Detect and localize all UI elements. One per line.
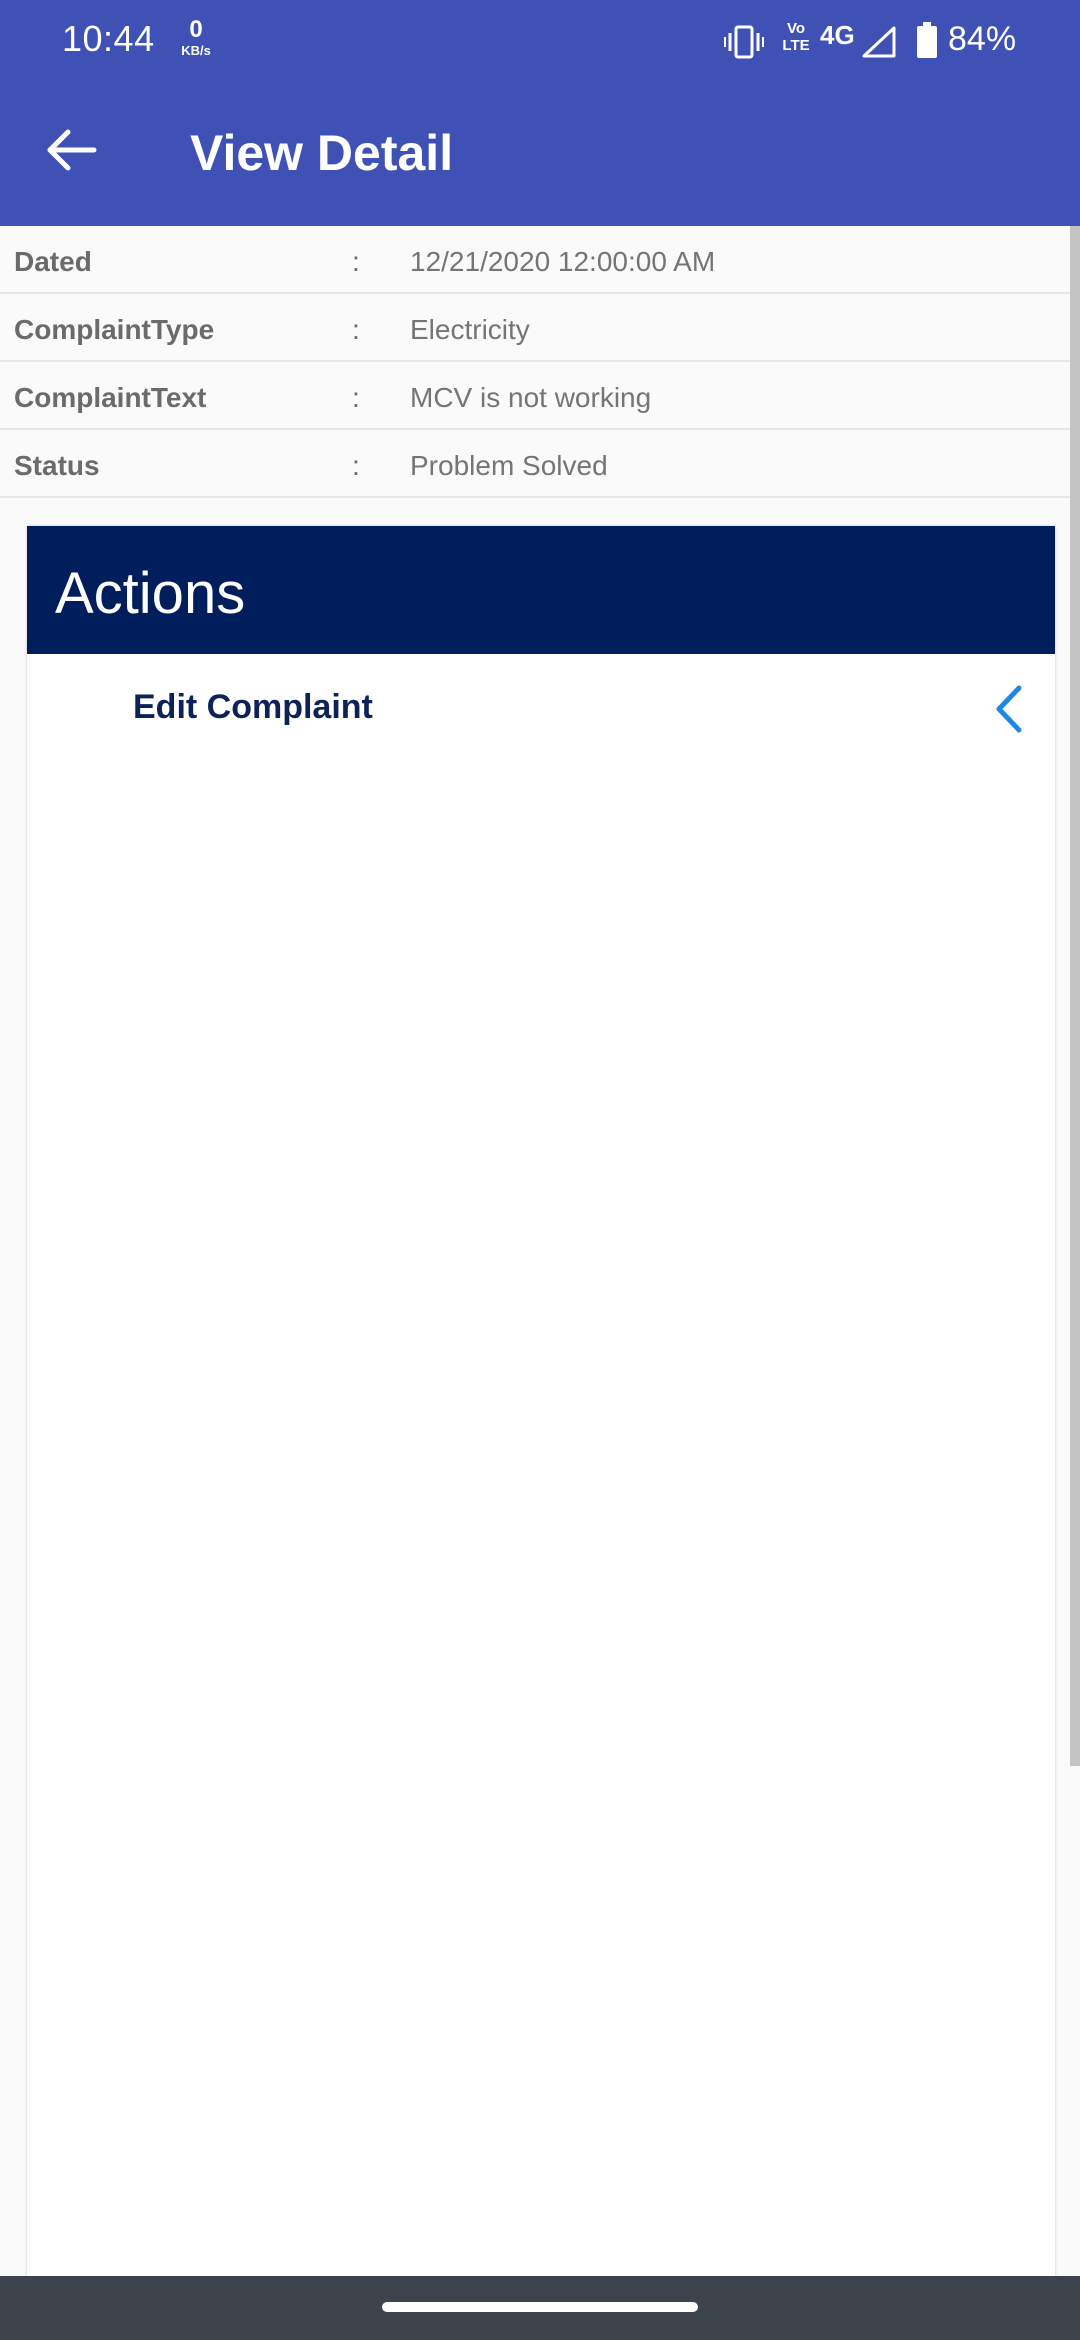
detail-list: Dated : 12/21/2020 12:00:00 AM Complaint… xyxy=(0,226,1070,498)
detail-value: Electricity xyxy=(410,314,530,345)
actions-card: Actions Edit Complaint xyxy=(27,526,1055,2276)
network-type: 4G xyxy=(820,20,855,50)
network-speed: 0 KB/s xyxy=(176,16,216,58)
detail-value: MCV is not working xyxy=(410,382,652,413)
volte-top-text: Vo xyxy=(786,20,806,37)
detail-separator: : xyxy=(352,450,360,481)
detail-value: Problem Solved xyxy=(410,450,608,481)
battery-percentage: 84% xyxy=(948,20,1017,58)
detail-row-complaint-type: ComplaintType : Electricity xyxy=(0,294,1070,362)
detail-label: ComplaintText xyxy=(14,382,207,413)
detail-label: ComplaintType xyxy=(14,314,215,345)
detail-label: Status xyxy=(14,450,100,481)
app-bar: View Detail xyxy=(0,82,1080,226)
arrow-left-icon xyxy=(47,129,97,171)
detail-separator: : xyxy=(352,314,360,345)
scrollbar[interactable] xyxy=(1070,226,1080,1766)
detail-row-dated: Dated : 12/21/2020 12:00:00 AM xyxy=(0,226,1070,294)
detail-row-complaint-text: ComplaintText : MCV is not working xyxy=(0,362,1070,430)
detail-separator: : xyxy=(352,382,360,413)
status-bar: 10:44 0 KB/s Vo LTE 4G 84% xyxy=(0,0,1080,82)
action-label: Edit Complaint xyxy=(133,688,373,726)
volte-bottom-text: LTE xyxy=(782,37,810,54)
signal-icon xyxy=(862,26,896,58)
detail-row-status: Status : Problem Solved xyxy=(0,430,1070,498)
status-time: 10:44 xyxy=(62,18,155,59)
chevron-left-icon xyxy=(996,685,1022,733)
edit-complaint-item[interactable]: Edit Complaint xyxy=(27,654,1055,766)
detail-separator: : xyxy=(352,246,360,277)
detail-label: Dated xyxy=(14,246,92,277)
vibrate-icon xyxy=(724,25,764,59)
actions-header: Actions xyxy=(27,526,1055,654)
network-speed-unit: KB/s xyxy=(181,43,211,58)
battery-icon xyxy=(917,22,937,58)
back-button[interactable] xyxy=(36,114,108,186)
detail-value: 12/21/2020 12:00:00 AM xyxy=(410,246,716,277)
network-speed-value: 0 xyxy=(189,16,203,43)
home-indicator[interactable] xyxy=(382,2302,698,2312)
page-title: View Detail xyxy=(190,125,454,181)
navigation-bar xyxy=(0,2276,1080,2340)
volte-icon: Vo LTE xyxy=(776,20,816,60)
actions-title: Actions xyxy=(55,561,246,626)
